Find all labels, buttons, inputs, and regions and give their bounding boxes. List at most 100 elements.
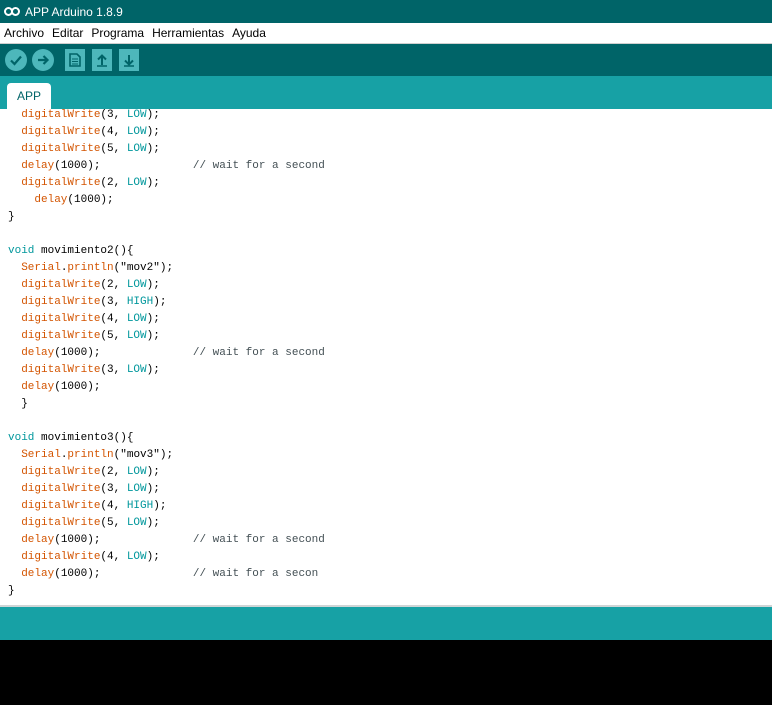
code-token: ("mov3"); [113, 449, 174, 461]
tab-bar: APP [0, 76, 772, 109]
code-token: LOW [126, 143, 147, 155]
code-token: void [8, 432, 35, 444]
code-editor[interactable]: digitalWrite(3, LOW); digitalWrite(4, LO… [0, 109, 772, 605]
code-token: LOW [126, 279, 147, 291]
code-token: println [67, 449, 114, 461]
code-line: delay(1000); [8, 379, 100, 396]
toolbar [0, 44, 772, 76]
code-token: delay [21, 568, 55, 580]
code-token: ); [146, 313, 160, 325]
code-token: (2, [100, 279, 127, 291]
code-token: (2, [100, 466, 127, 478]
code-line: } [8, 583, 15, 600]
code-line: delay(1000); // wait for a secon [8, 566, 318, 583]
save-button[interactable] [119, 49, 139, 71]
tab-app[interactable]: APP [7, 83, 51, 109]
code-line: Serial.println("mov2"); [8, 260, 173, 277]
code-token: digitalWrite [21, 364, 101, 376]
new-sketch-button[interactable] [65, 49, 85, 71]
code-token: LOW [126, 126, 147, 138]
status-bar [0, 607, 772, 640]
open-button[interactable] [92, 49, 112, 71]
code-token: ); [146, 483, 160, 495]
code-token: (1000); [67, 194, 114, 206]
code-token: ); [146, 330, 160, 342]
code-token: HIGH [126, 296, 154, 308]
code-token: } [8, 211, 15, 223]
code-line: digitalWrite(2, LOW); [8, 464, 160, 481]
code-line: } [8, 396, 28, 413]
menu-programa[interactable]: Programa [87, 26, 148, 40]
code-token: LOW [126, 551, 147, 563]
code-token: // wait for a second [192, 160, 325, 172]
code-token: movimiento3(){ [34, 432, 134, 444]
code-token: (4, [100, 500, 127, 512]
code-token: println [67, 262, 114, 274]
code-token: ); [153, 500, 167, 512]
code-token: LOW [126, 517, 147, 529]
code-token: } [8, 585, 15, 597]
code-token: ); [146, 143, 160, 155]
code-token: Serial [21, 449, 61, 461]
check-icon [10, 55, 22, 66]
code-line: void movimiento2(){ [8, 243, 133, 260]
code-token: LOW [126, 109, 147, 121]
code-line: digitalWrite(2, LOW); [8, 277, 160, 294]
code-token: digitalWrite [21, 126, 101, 138]
title-bar: APP Arduino 1.8.9 [0, 0, 772, 23]
code-token: digitalWrite [21, 296, 101, 308]
code-line: digitalWrite(3, LOW); [8, 109, 160, 124]
code-line: digitalWrite(4, LOW); [8, 124, 160, 141]
code-token: LOW [126, 483, 147, 495]
code-token: delay [21, 534, 55, 546]
code-token: (1000); [54, 160, 193, 172]
code-token: (1000); [54, 534, 193, 546]
code-token: ); [146, 279, 160, 291]
code-token: delay [21, 347, 55, 359]
code-line: digitalWrite(4, LOW); [8, 311, 160, 328]
code-token: ); [146, 126, 160, 138]
code-line: digitalWrite(4, HIGH); [8, 498, 166, 515]
code-token: HIGH [126, 500, 154, 512]
code-token: digitalWrite [21, 466, 101, 478]
code-token: } [8, 398, 28, 410]
code-line: digitalWrite(5, LOW); [8, 328, 160, 345]
code-token: (4, [100, 551, 127, 563]
code-token: Serial [21, 262, 61, 274]
window-title: APP Arduino 1.8.9 [25, 4, 123, 19]
menu-archivo[interactable]: Archivo [0, 26, 48, 40]
menu-editar[interactable]: Editar [48, 26, 87, 40]
code-token: digitalWrite [21, 551, 101, 563]
code-token: ); [146, 517, 160, 529]
code-token: (5, [100, 517, 127, 529]
code-token: // wait for a second [192, 534, 325, 546]
code-line: digitalWrite(3, HIGH); [8, 294, 166, 311]
code-line: delay(1000); // wait for a second [8, 158, 325, 175]
menu-herramientas[interactable]: Herramientas [148, 26, 228, 40]
code-line: digitalWrite(5, LOW); [8, 515, 160, 532]
menu-ayuda[interactable]: Ayuda [228, 26, 270, 40]
code-line: digitalWrite(4, LOW); [8, 549, 160, 566]
code-token: (3, [100, 483, 127, 495]
code-token: // wait for a second [192, 347, 325, 359]
verify-button[interactable] [5, 49, 27, 71]
code-line: delay(1000); // wait for a second [8, 345, 325, 362]
code-token: digitalWrite [21, 279, 101, 291]
menu-bar: Archivo Editar Programa Herramientas Ayu… [0, 23, 772, 44]
upload-button[interactable] [32, 49, 54, 71]
code-token: delay [34, 194, 68, 206]
